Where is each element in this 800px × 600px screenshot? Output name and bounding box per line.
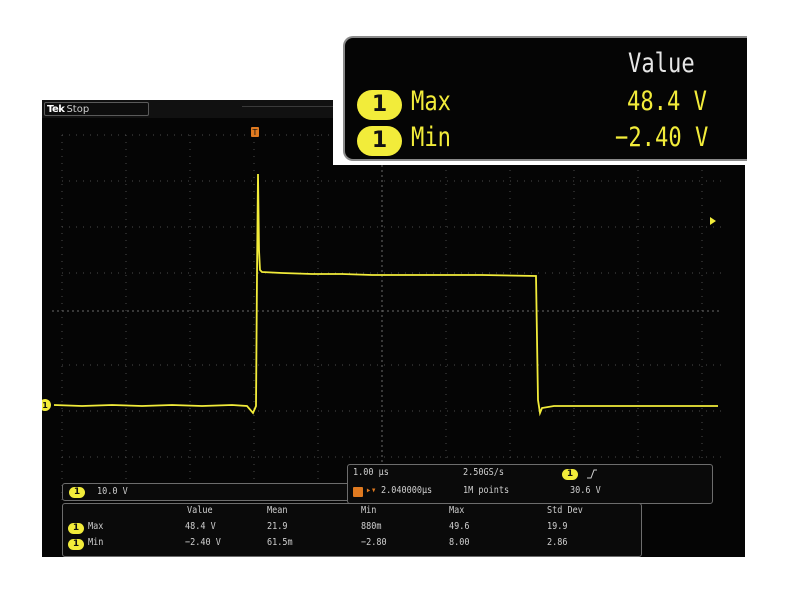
channel-1-waveform bbox=[53, 173, 718, 417]
table-row-value: 48.4 V bbox=[185, 521, 216, 532]
col-header-mean: Mean bbox=[267, 505, 288, 516]
oscilloscope-screen: Tek Stop T 1 1 10.0 V 1.00 µs 2.50GS/s 1… bbox=[42, 100, 745, 557]
rising-edge-icon bbox=[587, 469, 597, 479]
zoom-row-badge: 1 bbox=[357, 126, 402, 156]
measurement-table: Value Mean Min Max Std Dev 1 Max 48.4 V … bbox=[62, 503, 642, 557]
channel-1-scale: 10.0 V bbox=[97, 486, 128, 497]
table-row-name: Min bbox=[88, 537, 104, 548]
trigger-position-marker: T bbox=[251, 127, 259, 137]
svg-text:T: T bbox=[252, 128, 258, 137]
col-header-std-dev: Std Dev bbox=[547, 505, 583, 516]
col-header-value: Value bbox=[187, 505, 213, 516]
trigger-level: 30.6 V bbox=[570, 485, 601, 496]
zoom-row-value: −2.40 V bbox=[615, 122, 709, 153]
zoom-row-value: 48.4 V bbox=[627, 86, 707, 117]
channel-1-ground-marker[interactable]: 1 bbox=[42, 399, 51, 411]
table-row-mean: 21.9 bbox=[267, 521, 288, 532]
channel-1-scale-readout[interactable]: 1 10.0 V bbox=[62, 483, 382, 501]
table-row-min: −2.80 bbox=[361, 537, 387, 548]
trigger-position: 2.040000µs bbox=[381, 485, 433, 496]
table-row-std-dev: 19.9 bbox=[547, 521, 568, 532]
zoom-row-name: Max bbox=[411, 86, 452, 117]
trigger-position-icon bbox=[353, 487, 363, 497]
col-header-min: Min bbox=[361, 505, 377, 516]
table-row-badge: 1 bbox=[68, 539, 84, 550]
zoom-row-name: Min bbox=[411, 122, 452, 153]
table-row-std-dev: 2.86 bbox=[547, 537, 568, 548]
table-row-value: −2.40 V bbox=[185, 537, 221, 548]
table-row-max: 8.00 bbox=[449, 537, 470, 548]
zoom-row-badge: 1 bbox=[357, 90, 402, 120]
table-row-badge: 1 bbox=[68, 523, 84, 534]
timebase-trigger-readout[interactable]: 1.00 µs 2.50GS/s 1 ▸▾ 2.040000µs 1M poin… bbox=[347, 464, 713, 504]
table-row-name: Max bbox=[88, 521, 104, 532]
sample-rate: 2.50GS/s bbox=[463, 467, 504, 478]
table-row-max: 49.6 bbox=[449, 521, 470, 532]
record-length: 1M points bbox=[463, 485, 510, 496]
table-row-min: 880m bbox=[361, 521, 382, 532]
table-row-mean: 61.5m bbox=[267, 537, 293, 548]
channel-1-badge: 1 bbox=[69, 487, 85, 498]
trigger-delay-arrow: ▸▾ bbox=[366, 485, 377, 496]
zoom-panel: Value 1 Max 48.4 V 1 Min −2.40 V bbox=[343, 36, 747, 161]
measurement-zoom-callout: Value 1 Max 48.4 V 1 Min −2.40 V bbox=[333, 30, 747, 165]
zoom-header-value: Value bbox=[628, 48, 695, 79]
trigger-channel-badge: 1 bbox=[562, 469, 578, 480]
col-header-max: Max bbox=[449, 505, 465, 516]
trigger-level-arrow-icon bbox=[710, 217, 716, 225]
time-scale: 1.00 µs bbox=[353, 467, 389, 478]
svg-text:1: 1 bbox=[42, 401, 48, 410]
